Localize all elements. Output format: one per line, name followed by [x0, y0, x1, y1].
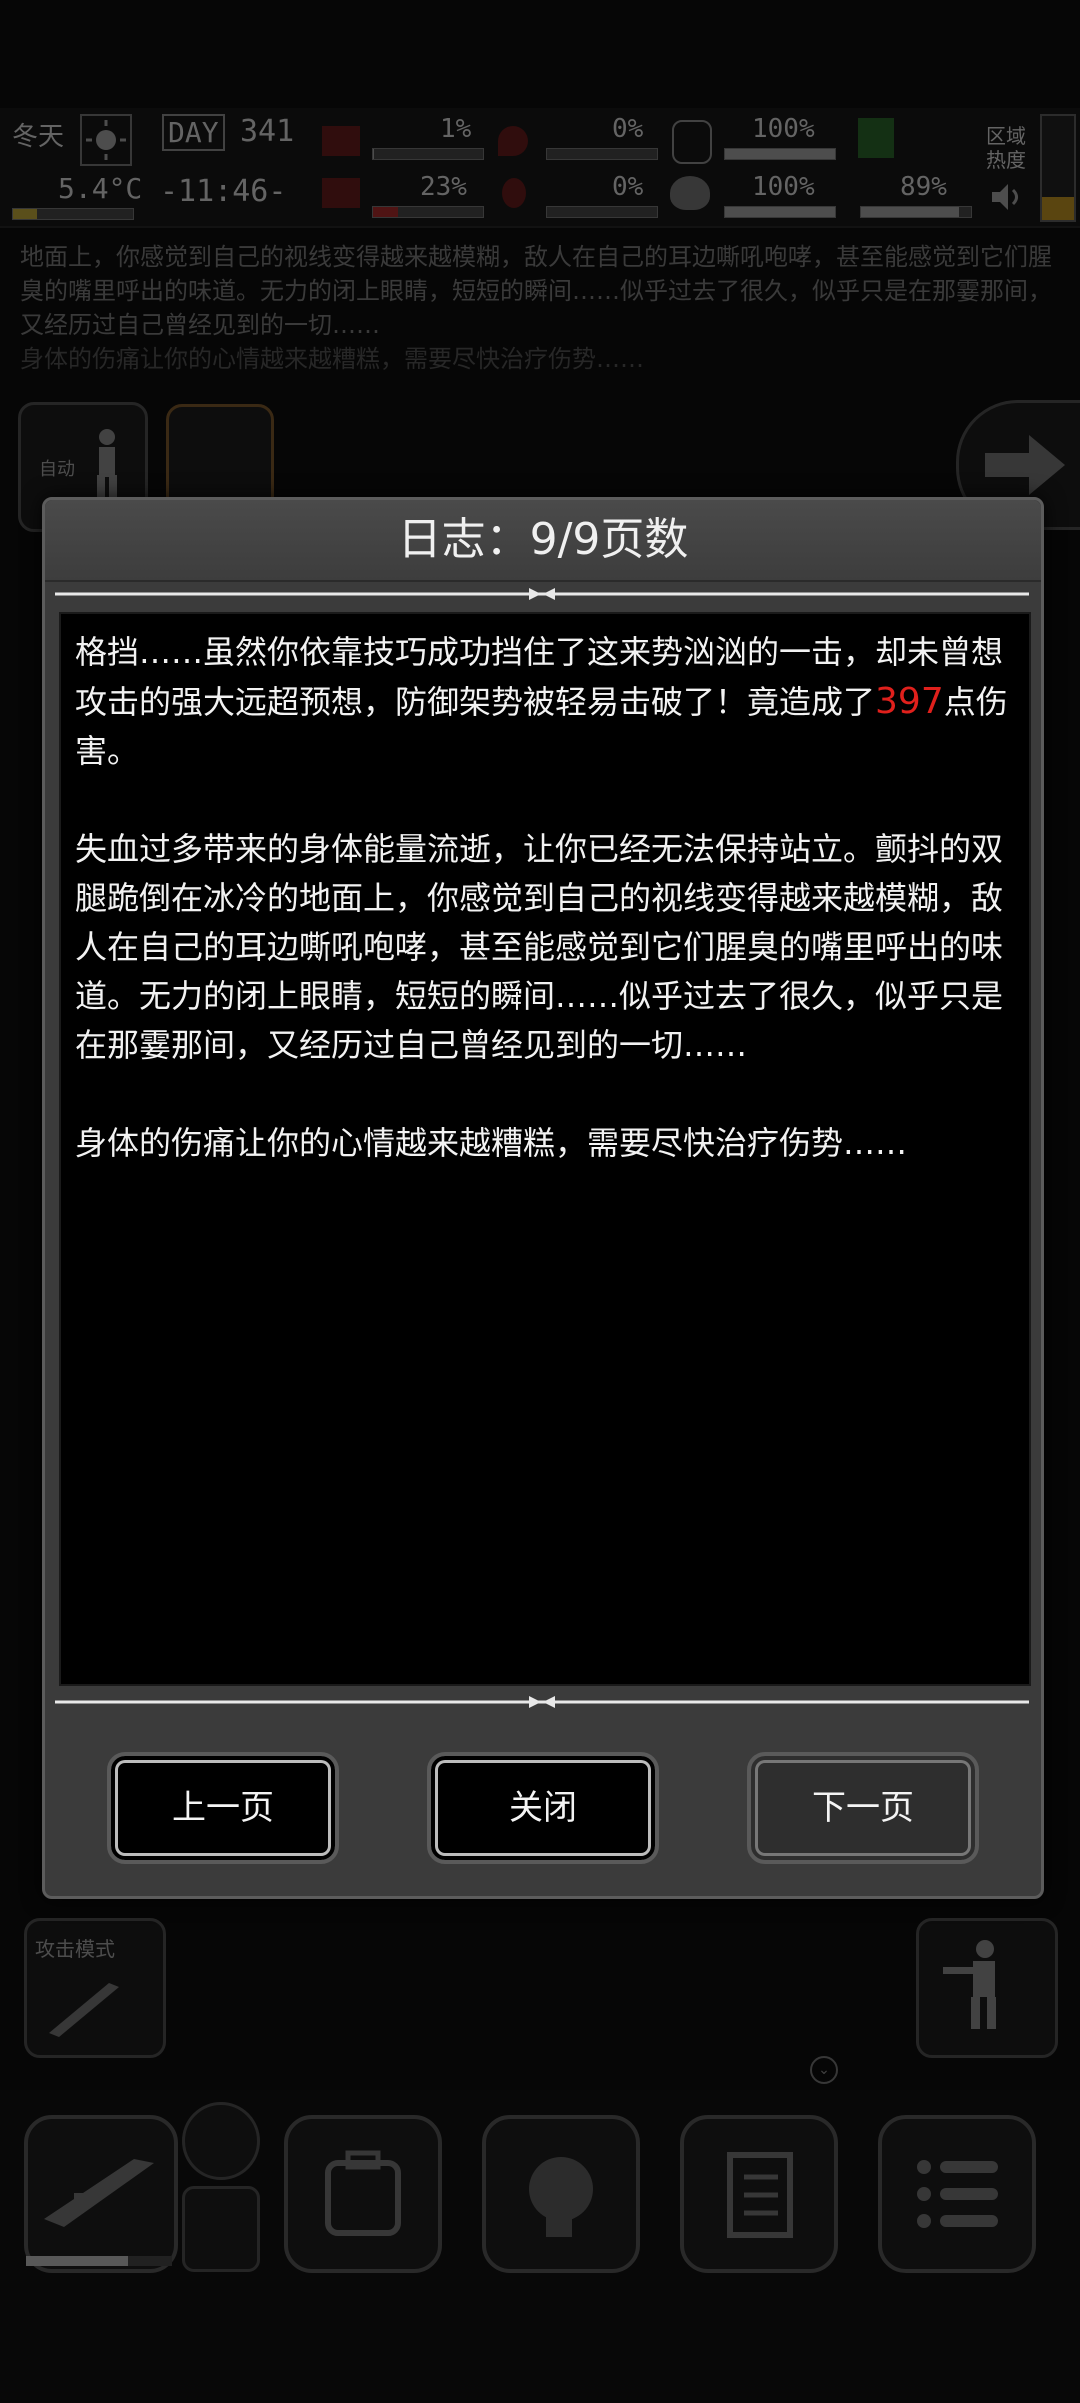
- dialog-title: 日志：9/9页数: [45, 500, 1041, 582]
- log-paragraph: 失血过多带来的身体能量流逝，让你已经无法保持站立。颤抖的双腿跪倒在冰冷的地面上，…: [75, 830, 1004, 1064]
- close-button[interactable]: 关闭: [427, 1752, 659, 1864]
- damage-value: 397: [875, 681, 944, 722]
- log-paragraph: 格挡……虽然你依靠技巧成功挡住了这来势汹汹的一击，却未曾想攻击的强大远超预想，防…: [75, 628, 1015, 776]
- prev-page-button[interactable]: 上一页: [107, 1752, 339, 1864]
- bottom-divider: [55, 1696, 1029, 1708]
- log-paragraph: 身体的伤痛让你的心情越来越糟糕，需要尽快治疗伤势……: [75, 1124, 908, 1162]
- log-text-segment: 格挡……虽然你依靠技巧成功挡住了这来势汹汹的一击，却未曾想攻击的强大远超预想，防…: [75, 633, 1004, 721]
- log-text: 格挡……虽然你依靠技巧成功挡住了这来势汹汹的一击，却未曾想攻击的强大远超预想，防…: [75, 628, 1015, 1217]
- log-dialog: 日志：9/9页数 格挡……虽然你依靠技巧成功挡住了这来势汹汹的一击，却未曾想攻击…: [42, 497, 1044, 1899]
- log-content-area[interactable]: 格挡……虽然你依靠技巧成功挡住了这来势汹汹的一击，却未曾想攻击的强大远超预想，防…: [59, 612, 1031, 1686]
- next-page-button[interactable]: 下一页: [747, 1752, 979, 1864]
- top-divider: [55, 588, 1029, 600]
